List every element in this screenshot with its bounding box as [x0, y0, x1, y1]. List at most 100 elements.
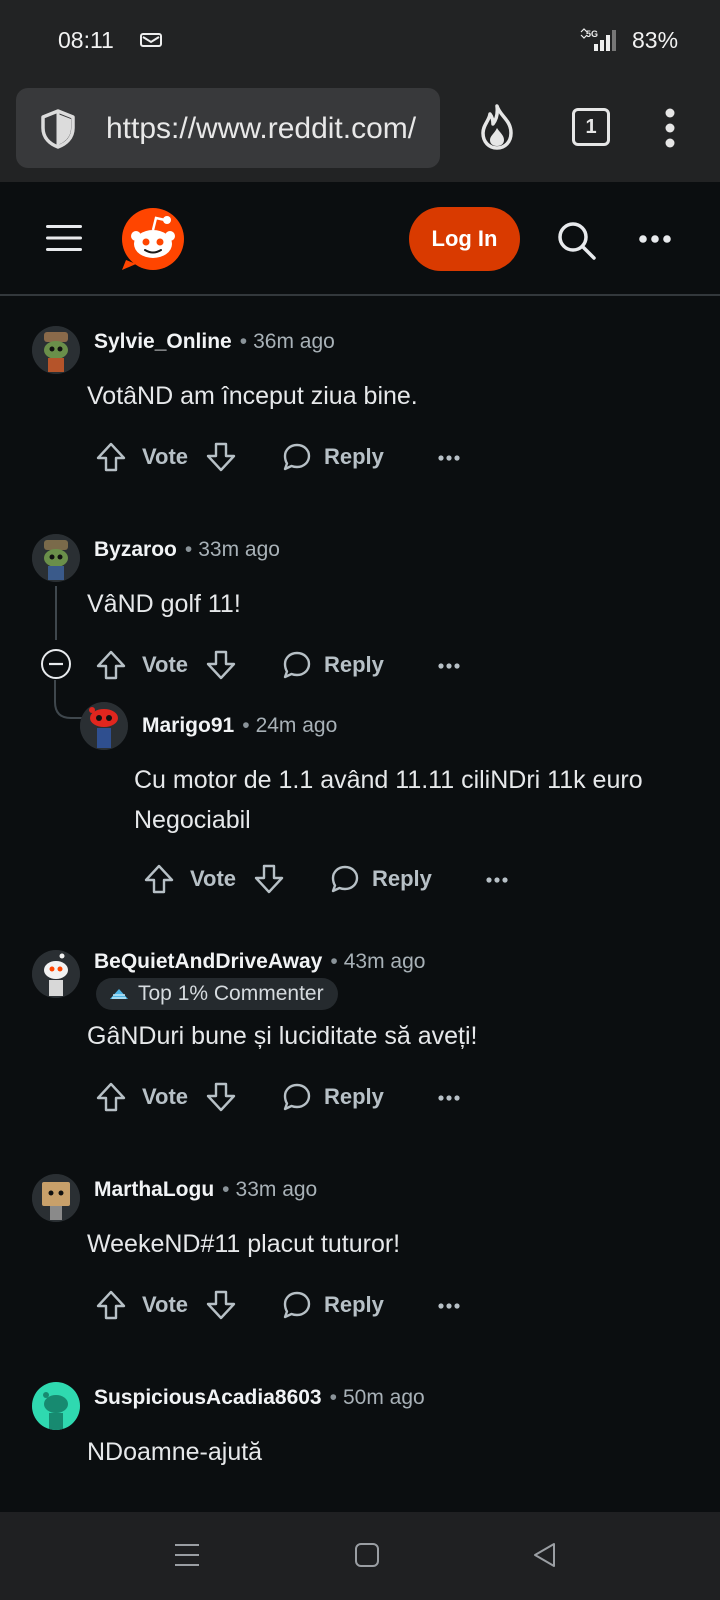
top-commenter-badge[interactable]: Top 1% Commenter	[96, 978, 338, 1010]
comment: Byzaroo • 33m ago VâND golf 11! Vote Reply	[0, 530, 720, 910]
vote-label: Vote	[142, 652, 189, 677]
avatar[interactable]	[80, 702, 128, 750]
comment-meta: Byzaroo • 33m ago	[94, 538, 280, 562]
avatar[interactable]	[32, 950, 80, 998]
username[interactable]: BeQuietAndDriveAway	[94, 950, 322, 973]
comment-text: VâND golf 11!	[87, 590, 241, 618]
snoo-avatar-icon	[80, 702, 128, 750]
timestamp: 43m ago	[343, 950, 426, 973]
username[interactable]: SuspiciousAcadia8603	[94, 1386, 322, 1409]
separator-dot: •	[329, 1386, 337, 1409]
address-bar[interactable]: https://www.reddit.com/	[16, 88, 440, 168]
reply-label[interactable]: Reply	[324, 1292, 384, 1318]
reply-icon[interactable]	[282, 442, 312, 472]
snoo-avatar-icon	[32, 534, 80, 582]
reply-label[interactable]: Reply	[324, 444, 384, 470]
reply-label[interactable]: Reply	[324, 652, 384, 678]
message-notification-icon	[140, 33, 162, 47]
flame-icon[interactable]	[478, 104, 516, 150]
comment: BeQuietAndDriveAway • 43m ago Top 1% Comme…	[0, 942, 720, 1142]
vote-label: Vote	[190, 866, 237, 891]
thread-line[interactable]	[55, 586, 57, 640]
more-actions-icon[interactable]	[438, 1095, 460, 1101]
comment-text: WeekeND#11 placut tuturor!	[87, 1230, 401, 1258]
snoo-avatar-icon	[32, 326, 80, 374]
recent-apps-icon[interactable]	[174, 1542, 200, 1568]
reply-icon[interactable]	[282, 650, 312, 680]
username[interactable]: Byzaroo	[94, 538, 177, 561]
avatar[interactable]	[32, 1174, 80, 1222]
comment: MarthaLogu • 33m ago WeekeND#11 placut tut…	[0, 1170, 720, 1340]
hamburger-menu-icon[interactable]	[46, 224, 82, 252]
search-icon[interactable]	[556, 220, 596, 260]
comment-actions: Vote Reply	[96, 646, 496, 686]
comment-meta: Marigo91 • 24m ago	[142, 714, 337, 738]
status-bar: 08:11 5G 83%	[0, 0, 720, 80]
downvote-icon[interactable]	[206, 442, 236, 472]
downvote-icon[interactable]	[206, 1082, 236, 1112]
snoo-avatar-icon	[32, 950, 80, 998]
reply-icon[interactable]	[282, 1290, 312, 1320]
downvote-icon[interactable]	[206, 650, 236, 680]
snoo-avatar-icon	[32, 1174, 80, 1222]
comment-meta: MarthaLogu • 33m ago	[94, 1178, 317, 1202]
username[interactable]: Marigo91	[142, 714, 234, 737]
comment-meta: Sylvie_Online • 36m ago	[94, 330, 335, 354]
more-actions-icon[interactable]	[486, 877, 508, 883]
comment-text: Cu motor de 1.1 având 11.11 ciliNDri 11k…	[134, 766, 643, 834]
comment-actions: Vote Reply	[96, 1286, 496, 1326]
collapse-thread-icon[interactable]	[40, 648, 72, 680]
more-options-icon[interactable]	[638, 234, 672, 244]
timestamp: 33m ago	[198, 538, 280, 561]
reply-icon[interactable]	[282, 1082, 312, 1112]
more-actions-icon[interactable]	[438, 1303, 460, 1309]
system-navigation-bar	[0, 1512, 720, 1600]
separator-dot: •	[330, 950, 338, 973]
svg-text:5G: 5G	[586, 29, 598, 39]
comment-actions: Vote Reply	[96, 438, 496, 478]
back-icon[interactable]	[532, 1542, 558, 1568]
avatar[interactable]	[32, 1382, 80, 1430]
avatar[interactable]	[32, 534, 80, 582]
signal-5g-icon: 5G	[580, 28, 616, 51]
more-actions-icon[interactable]	[438, 663, 460, 669]
vote-label: Vote	[142, 1084, 189, 1109]
comment-text: GâNDuri bune și luciditate să aveți!	[87, 1022, 478, 1050]
upvote-icon[interactable]	[144, 864, 174, 894]
url-text[interactable]: https://www.reddit.com/	[106, 112, 416, 146]
login-button[interactable]: Log In	[409, 207, 520, 271]
separator-dot: •	[242, 714, 250, 737]
status-time: 08:11	[58, 27, 114, 53]
browser-menu-icon[interactable]	[665, 108, 675, 148]
avatar[interactable]	[32, 326, 80, 374]
battery-level: 83%	[632, 27, 679, 53]
reddit-header: Log In	[0, 182, 720, 296]
browser-toolbar: https://www.reddit.com/ 1	[0, 80, 720, 182]
upvote-icon[interactable]	[96, 442, 126, 472]
timestamp: 50m ago	[342, 1386, 425, 1409]
comment: SuspiciousAcadia8603 • 50m ago NDoamne-aju…	[0, 1378, 720, 1508]
badge-label: Top 1% Commenter	[138, 982, 324, 1005]
tabs-counter-button[interactable]: 1	[572, 108, 610, 146]
username[interactable]: MarthaLogu	[94, 1178, 214, 1201]
downvote-icon[interactable]	[206, 1290, 236, 1320]
upvote-icon[interactable]	[96, 1290, 126, 1320]
reply-label[interactable]: Reply	[324, 1084, 384, 1110]
reply-icon[interactable]	[330, 864, 360, 894]
shield-icon[interactable]	[38, 108, 78, 150]
more-actions-icon[interactable]	[438, 455, 460, 461]
separator-dot: •	[184, 538, 193, 561]
upvote-icon[interactable]	[96, 650, 126, 680]
comment-meta: BeQuietAndDriveAway • 43m ago	[94, 950, 425, 974]
snoo-avatar-icon	[32, 1382, 80, 1430]
separator-dot: •	[239, 330, 248, 353]
reply-label[interactable]: Reply	[372, 866, 432, 892]
reddit-logo-icon[interactable]	[120, 206, 186, 272]
timestamp: 33m ago	[235, 1178, 318, 1201]
home-icon[interactable]	[354, 1542, 380, 1568]
comment-meta: SuspiciousAcadia8603 • 50m ago	[94, 1386, 425, 1410]
upvote-icon[interactable]	[96, 1082, 126, 1112]
username[interactable]: Sylvie_Online	[94, 330, 232, 353]
vote-label: Vote	[142, 444, 189, 469]
downvote-icon[interactable]	[254, 864, 284, 894]
